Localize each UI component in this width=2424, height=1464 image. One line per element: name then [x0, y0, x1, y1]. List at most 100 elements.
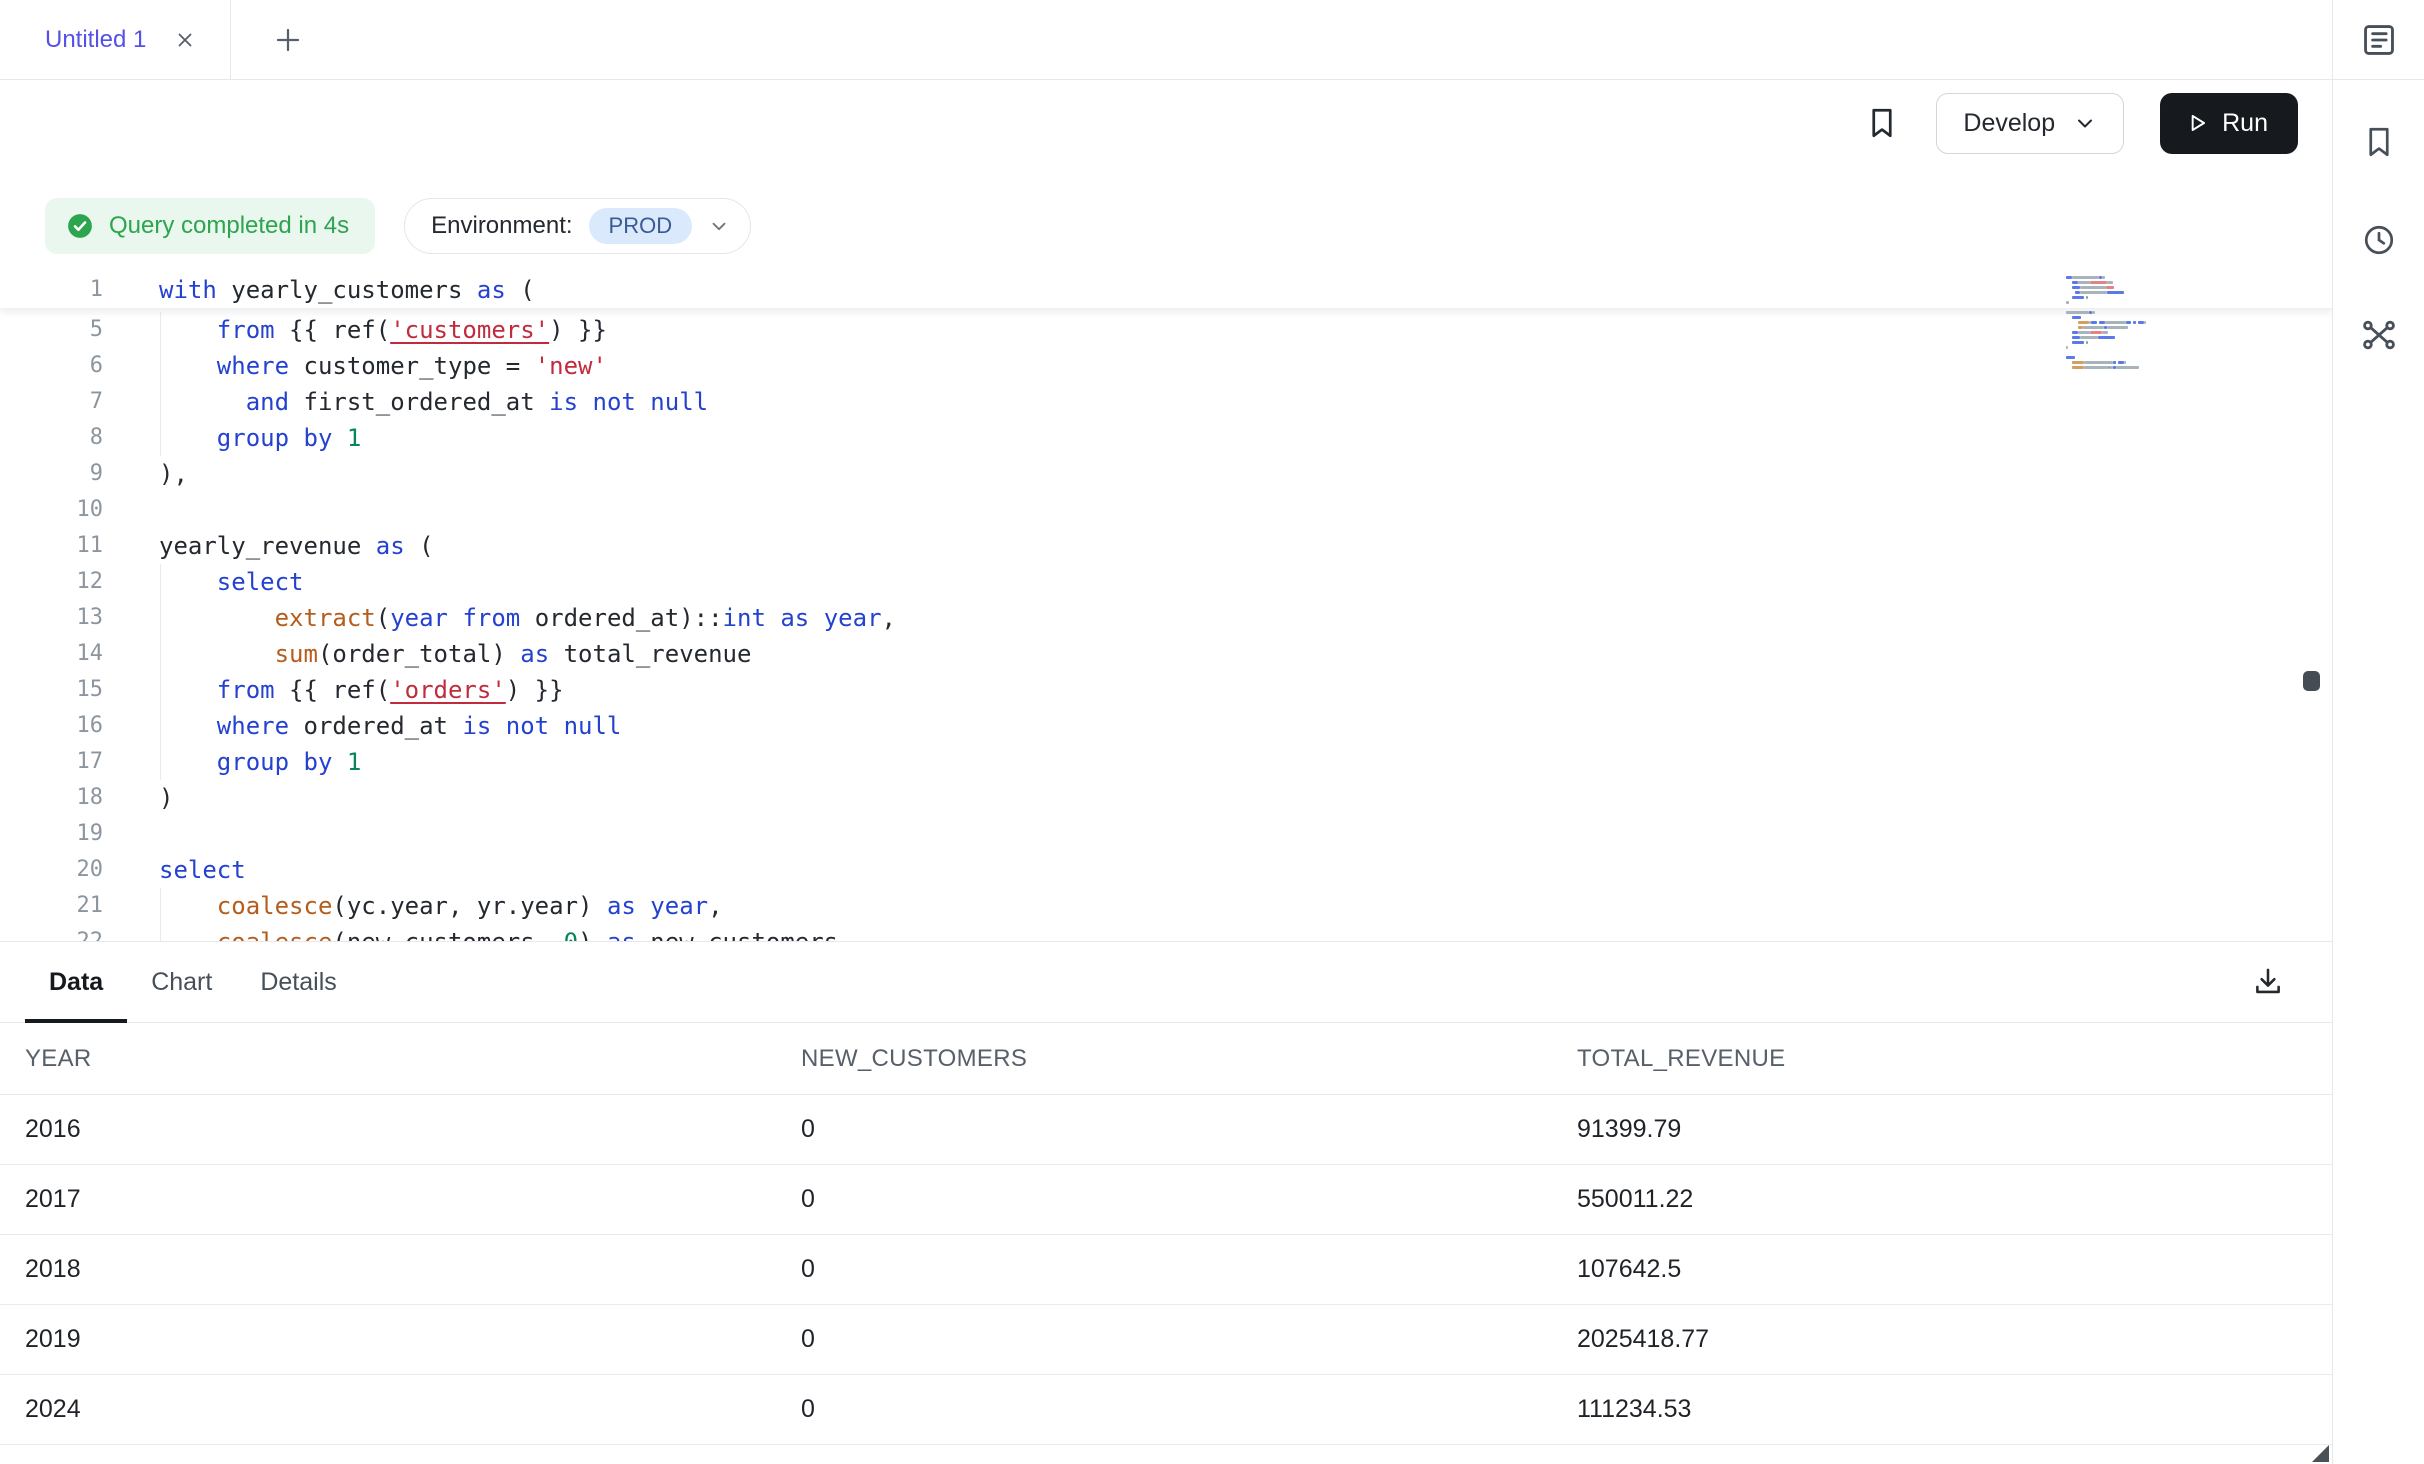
code-token: as	[376, 532, 405, 560]
query-status-badge: Query completed in 4s	[45, 198, 375, 254]
table-cell: 2024	[25, 1395, 801, 1424]
indent-guide	[160, 564, 161, 780]
code-line-22[interactable]: 22 coalesce(new_customers, 0) as new_cus…	[0, 924, 2332, 941]
table-row[interactable]: 201902025418.77	[0, 1305, 2332, 1375]
minimap[interactable]	[2066, 276, 2184, 371]
code-token: from	[217, 676, 275, 704]
environment-selector[interactable]: Environment: PROD	[404, 198, 751, 254]
code-line-13[interactable]: 13 extract(year from ordered_at)::int as…	[0, 600, 2332, 636]
code-token: as	[477, 276, 506, 304]
minimap-line	[2066, 356, 2184, 359]
code-line-7[interactable]: 7 and first_ordered_at is not null	[0, 384, 2332, 420]
table-header-row: YEARNEW_CUSTOMERSTOTAL_REVENUE	[0, 1023, 2332, 1095]
toolbar: Develop Run	[0, 80, 2332, 166]
line-number: 15	[0, 672, 103, 708]
line-number: 1	[0, 272, 103, 308]
code-token: (	[506, 276, 535, 304]
download-button[interactable]	[2251, 965, 2285, 999]
bookmark-button[interactable]	[1864, 105, 1900, 141]
table-cell: 2018	[25, 1255, 801, 1284]
code-line-8[interactable]: 8 group by 1	[0, 420, 2332, 456]
code-text: with yearly_customers as (	[159, 272, 535, 308]
bookmark-icon	[2361, 124, 2397, 160]
line-number: 5	[0, 312, 103, 348]
outline-panel-button[interactable]	[2360, 21, 2398, 59]
line-number: 6	[0, 348, 103, 384]
code-line-11[interactable]: 11yearly_revenue as (	[0, 528, 2332, 564]
query-status-text: Query completed in 4s	[109, 212, 349, 240]
minimap-segment	[2124, 361, 2126, 364]
table-row[interactable]: 20180107642.5	[0, 1235, 2332, 1305]
scrollbar-thumb[interactable]	[2303, 671, 2320, 691]
table-row[interactable]: 2016091399.79	[0, 1095, 2332, 1165]
minimap-line	[2066, 281, 2184, 284]
code-line-19[interactable]: 19	[0, 816, 2332, 852]
results-tab-chart[interactable]: Chart	[127, 942, 236, 1022]
run-button[interactable]: Run	[2160, 93, 2298, 154]
tab-untitled-1[interactable]: Untitled 1	[0, 0, 230, 79]
history-panel-button[interactable]	[2361, 222, 2397, 258]
code-token	[159, 568, 217, 596]
code-lines[interactable]: 5 from {{ ref('customers') }}6 where cus…	[0, 312, 2332, 941]
code-token: sum	[275, 640, 318, 668]
table-body: 2016091399.7920170550011.2220180107642.5…	[0, 1095, 2332, 1445]
code-line-9[interactable]: 9),	[0, 456, 2332, 492]
code-line-18[interactable]: 18)	[0, 780, 2332, 816]
column-header: TOTAL_REVENUE	[1577, 1045, 2332, 1073]
code-line-16[interactable]: 16 where ordered_at is not null	[0, 708, 2332, 744]
minimap-line	[2066, 296, 2184, 299]
code-text: yearly_revenue as (	[159, 528, 434, 564]
check-circle-icon	[65, 211, 95, 241]
code-token: 1	[347, 748, 361, 776]
code-text: ),	[159, 456, 188, 492]
results-tab-data[interactable]: Data	[25, 942, 127, 1022]
code-line-17[interactable]: 17 group by 1	[0, 744, 2332, 780]
code-line-5[interactable]: 5 from {{ ref('customers') }}	[0, 312, 2332, 348]
code-line-10[interactable]: 10	[0, 492, 2332, 528]
code-text: where customer_type = 'new'	[159, 348, 607, 384]
develop-dropdown[interactable]: Develop	[1936, 93, 2124, 154]
table-cell: 2019	[25, 1325, 801, 1354]
line-number: 8	[0, 420, 103, 456]
lineage-panel-button[interactable]	[2360, 316, 2398, 354]
minimap-segment	[2102, 331, 2108, 334]
minimap-line	[2066, 361, 2184, 364]
results-tab-details[interactable]: Details	[236, 942, 360, 1022]
code-token: {{ ref(	[275, 676, 391, 704]
minimap-segment	[2083, 326, 2104, 329]
code-editor[interactable]: 1 with yearly_customers as ( 5 from {{ re…	[0, 272, 2332, 941]
code-line-14[interactable]: 14 sum(order_total) as total_revenue	[0, 636, 2332, 672]
code-token: year	[824, 604, 882, 632]
lineage-icon	[2360, 316, 2398, 354]
code-line-12[interactable]: 12 select	[0, 564, 2332, 600]
column-header: YEAR	[25, 1045, 801, 1073]
chevron-down-icon	[2073, 111, 2097, 135]
code-line-1[interactable]: 1 with yearly_customers as (	[0, 272, 2332, 308]
minimap-segment	[2107, 291, 2124, 294]
sticky-scroll-line[interactable]: 1 with yearly_customers as (	[0, 272, 2332, 309]
line-number: 7	[0, 384, 103, 420]
tab-close-button[interactable]	[174, 29, 196, 51]
code-token	[159, 352, 217, 380]
right-rail	[2332, 0, 2424, 1464]
resize-corner-handle[interactable]	[2312, 1445, 2329, 1462]
code-token	[448, 604, 462, 632]
bookmarks-panel-button[interactable]	[2361, 124, 2397, 160]
minimap-segment	[2072, 296, 2084, 299]
table-row[interactable]: 20170550011.22	[0, 1165, 2332, 1235]
code-token: 'orders'	[390, 676, 506, 704]
code-line-21[interactable]: 21 coalesce(yc.year, yr.year) as year,	[0, 888, 2332, 924]
new-tab-button[interactable]	[273, 0, 303, 79]
code-token: as	[607, 892, 636, 920]
code-line-15[interactable]: 15 from {{ ref('orders') }}	[0, 672, 2332, 708]
code-token: where	[217, 712, 289, 740]
code-token	[159, 640, 275, 668]
table-row[interactable]: 20240111234.53	[0, 1375, 2332, 1445]
minimap-line	[2066, 326, 2184, 329]
code-line-20[interactable]: 20select	[0, 852, 2332, 888]
table-cell: 0	[801, 1185, 1577, 1214]
code-token	[159, 604, 275, 632]
code-line-6[interactable]: 6 where customer_type = 'new'	[0, 348, 2332, 384]
minimap-line	[2066, 301, 2184, 304]
tab-label: Untitled 1	[45, 26, 146, 54]
